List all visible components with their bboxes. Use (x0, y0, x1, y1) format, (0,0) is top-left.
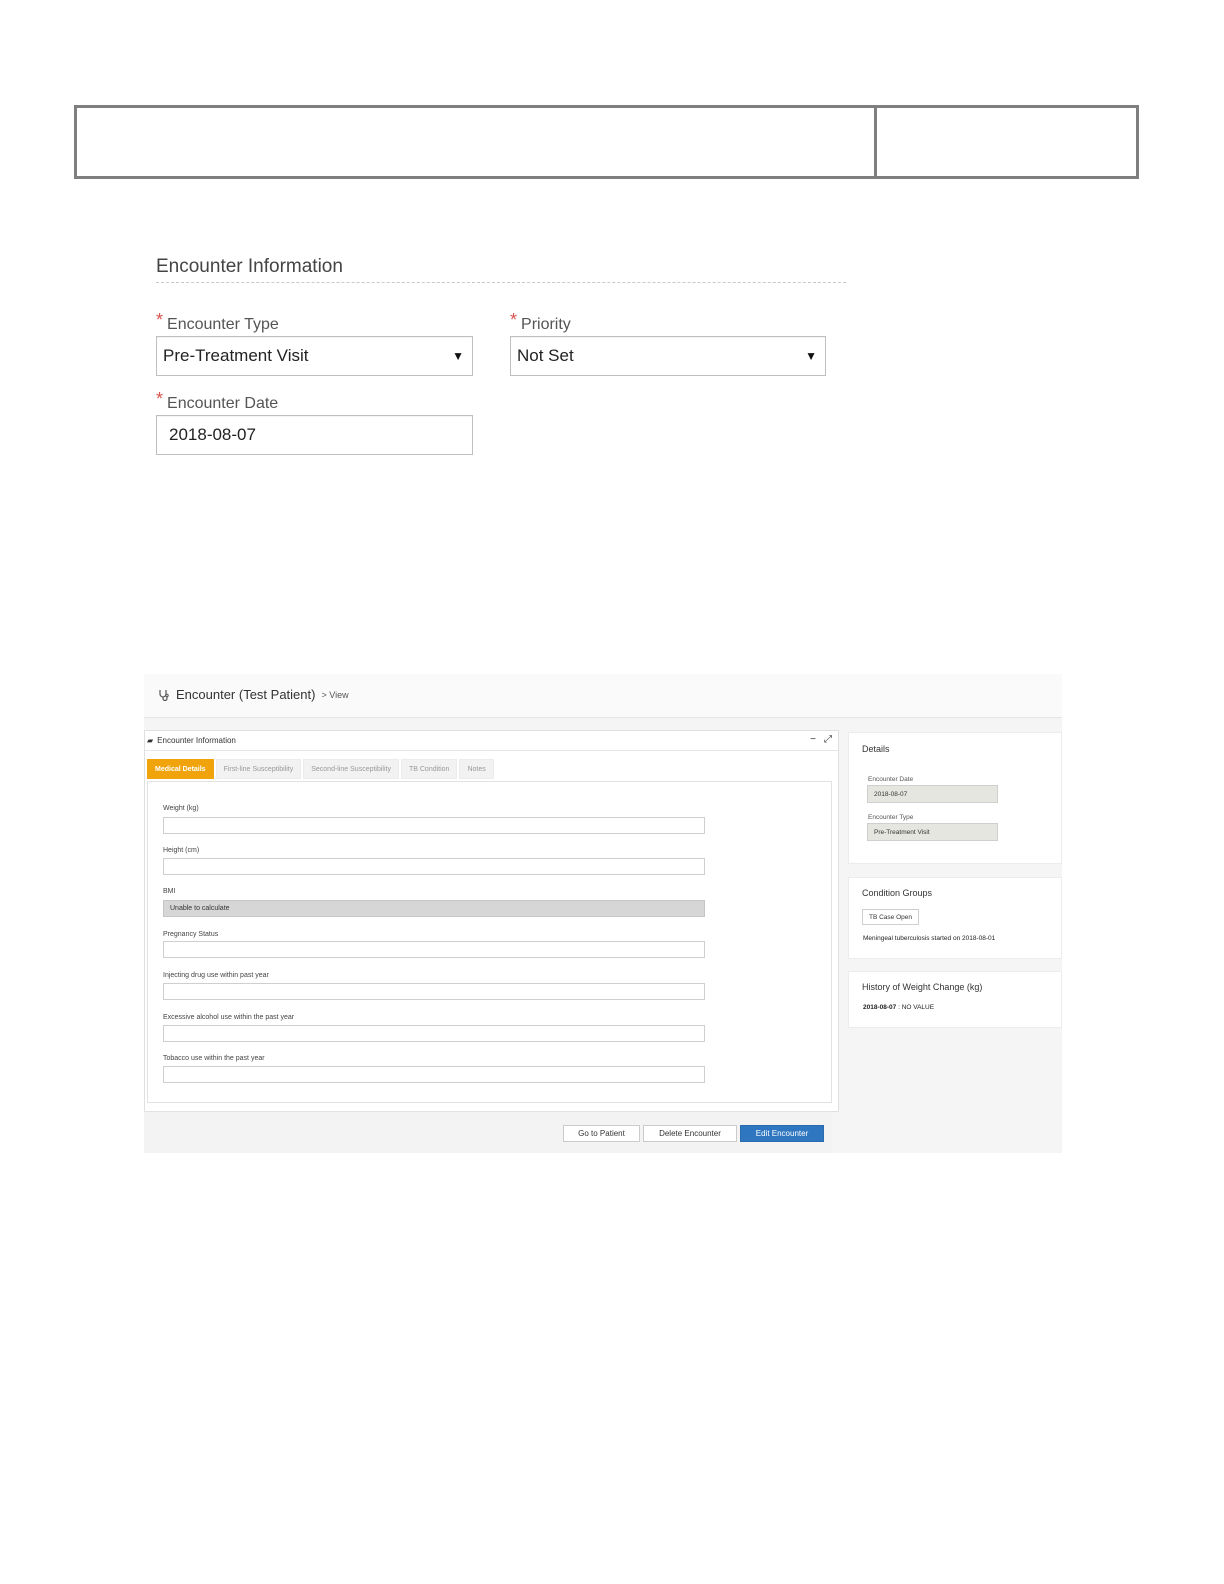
panel-controls: − ⤢ (810, 734, 832, 745)
height-label: Height (cm) (163, 847, 200, 854)
pregnancy-status-label: Pregnancy Status (163, 931, 219, 938)
pregnancy-status-input[interactable] (163, 941, 705, 958)
delete-encounter-button[interactable]: Delete Encounter (643, 1125, 737, 1142)
priority-label: * Priority (510, 310, 571, 334)
details-encounter-type-label: Encounter Type (868, 814, 914, 821)
injecting-drug-use-label: Injecting drug use within past year (163, 972, 269, 979)
priority-value: Not Set (517, 346, 574, 365)
weight-input[interactable] (163, 817, 705, 834)
header-cell-left (77, 108, 877, 176)
tab-second-line-susceptibility[interactable]: Second-line Susceptibility (303, 759, 399, 779)
panel-title: Encounter Information (157, 736, 236, 745)
tobacco-use-input[interactable] (163, 1066, 705, 1083)
details-title: Details (862, 744, 890, 754)
stethoscope-icon (159, 689, 169, 701)
encounter-info-panel: ▰ Encounter Information − ⤢ Medical Deta… (144, 730, 839, 1112)
page-title-text: Encounter (Test Patient) (176, 687, 316, 702)
breadcrumb: > View (321, 689, 349, 700)
go-to-patient-button[interactable]: Go to Patient (563, 1125, 640, 1142)
chevron-down-icon: ▼ (805, 349, 817, 363)
encounter-type-select[interactable]: Pre-Treatment Visit ▼ (156, 336, 473, 376)
action-bar: Go to Patient Delete Encounter Edit Enco… (144, 1111, 832, 1153)
required-marker: * (156, 310, 164, 330)
tab-notes[interactable]: Notes (459, 759, 494, 779)
page-title: Encounter (Test Patient) > View (158, 687, 349, 702)
weight-label: Weight (kg) (163, 805, 199, 812)
injecting-drug-use-input[interactable] (163, 983, 705, 1000)
section-divider (156, 282, 846, 283)
encounter-view-screenshot: Encounter (Test Patient) > View ▰ Encoun… (144, 674, 1062, 1153)
encounter-date-value: 2018-08-07 (169, 425, 256, 444)
encounter-date-label-text: Encounter Date (167, 395, 279, 412)
encounter-date-input[interactable]: 2018-08-07 (156, 415, 473, 455)
details-card: Details Encounter Date 2018-08-07 Encoun… (848, 732, 1062, 864)
tab-first-line-susceptibility[interactable]: First-line Susceptibility (215, 759, 302, 779)
edit-encounter-button[interactable]: Edit Encounter (740, 1125, 824, 1142)
required-marker: * (156, 389, 164, 409)
minimize-icon[interactable]: − (810, 734, 816, 745)
details-encounter-date-label: Encounter Date (868, 776, 914, 783)
priority-select[interactable]: Not Set ▼ (510, 336, 826, 376)
weight-history-entry: 2018-08-07 : NO VALUE (863, 1004, 934, 1011)
tb-case-open-badge[interactable]: TB Case Open (862, 909, 919, 925)
encounter-section-title: Encounter Information (156, 256, 343, 277)
chevron-down-icon: ▼ (452, 349, 464, 363)
tab-bar: Medical Details First-line Susceptibilit… (147, 759, 838, 779)
encounter-type-label-text: Encounter Type (167, 316, 279, 333)
tab-tb-condition[interactable]: TB Condition (400, 759, 458, 779)
bmi-label: BMI (163, 888, 176, 895)
condition-groups-title: Condition Groups (862, 888, 933, 898)
weight-history-value: NO VALUE (901, 1004, 935, 1011)
condition-note: Meningeal tuberculosis started on 2018-0… (863, 935, 996, 942)
bmi-field: Unable to calculate (163, 900, 705, 917)
alcohol-use-input[interactable] (163, 1025, 705, 1042)
priority-label-text: Priority (521, 316, 571, 333)
height-input[interactable] (163, 858, 705, 875)
encounter-date-label: * Encounter Date (156, 389, 279, 413)
encounter-type-value: Pre-Treatment Visit (163, 346, 309, 365)
page-header: Encounter (Test Patient) > View (144, 674, 1062, 718)
folder-icon: ▰ (147, 736, 154, 745)
tobacco-use-label: Tobacco use within the past year (163, 1055, 265, 1062)
alcohol-use-label: Excessive alcohol use within the past ye… (163, 1014, 295, 1021)
weight-history-card: History of Weight Change (kg) 2018-08-07… (848, 971, 1062, 1028)
medical-details-form: Weight (kg) Height (cm) BMI Unable to ca… (147, 781, 832, 1103)
panel-header: ▰ Encounter Information − ⤢ (145, 731, 838, 751)
condition-groups-card: Condition Groups TB Case Open Meningeal … (848, 877, 1062, 959)
encounter-type-label: * Encounter Type (156, 310, 279, 334)
weight-history-title: History of Weight Change (kg) (862, 982, 983, 992)
tab-medical-details[interactable]: Medical Details (147, 759, 214, 779)
details-encounter-date-value: 2018-08-07 (867, 785, 998, 803)
weight-history-date: 2018-08-07 (863, 1004, 897, 1011)
expand-icon[interactable]: ⤢ (824, 734, 832, 745)
header-cell-right (877, 108, 1136, 176)
weight-history-separator: : (898, 1004, 900, 1011)
details-encounter-type-value: Pre-Treatment Visit (867, 823, 998, 841)
required-marker: * (510, 310, 518, 330)
header-table (74, 105, 1139, 179)
